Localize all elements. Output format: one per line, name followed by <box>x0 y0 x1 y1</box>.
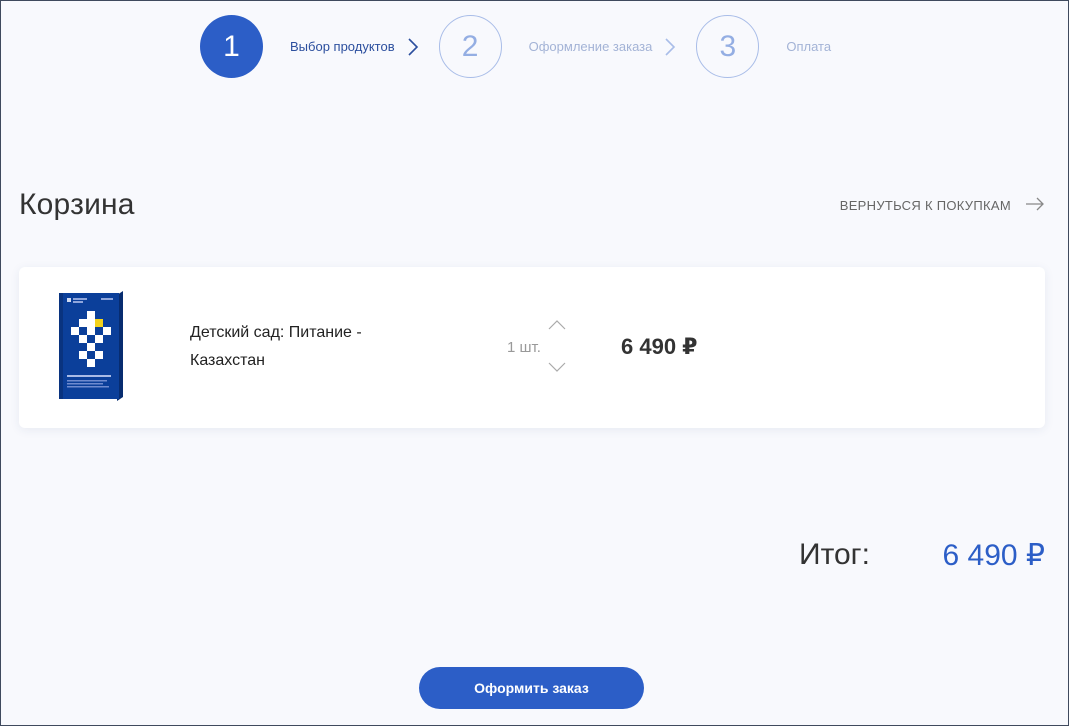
quantity-stepper: 1 шт. <box>507 319 597 375</box>
step-1-label[interactable]: Выбор продуктов <box>290 39 395 54</box>
quantity-value: 1 шт. <box>507 339 541 356</box>
chevron-down-icon[interactable] <box>547 361 567 373</box>
checkout-button[interactable]: Оформить заказ <box>419 667 644 709</box>
step-3-label: Оплата <box>786 39 832 54</box>
product-image[interactable] <box>57 289 123 402</box>
step-3-circle: 3 <box>696 15 760 78</box>
step-2-number: 2 <box>461 29 479 63</box>
chevron-right-icon <box>407 37 419 57</box>
step-2-circle: 2 <box>438 15 502 78</box>
total-label: Итог: <box>799 538 870 571</box>
product-name[interactable]: Детский сад: Питание - Казахстан <box>190 319 420 375</box>
step-2-label: Оформление заказа <box>528 39 653 54</box>
back-to-shopping-link[interactable]: ВЕРНУТЬСЯ К ПОКУПКАМ <box>840 197 1045 214</box>
step-1-circle: 1 <box>200 15 263 78</box>
chevron-up-icon[interactable] <box>547 319 567 331</box>
arrow-right-icon <box>1025 197 1045 214</box>
checkout-steps: 1 Выбор продуктов 2 Оформление заказа 3 … <box>200 15 831 78</box>
step-1-number: 1 <box>223 29 240 63</box>
item-price: 6 490 ₽ <box>621 334 698 359</box>
total-value: 6 490 ₽ <box>942 539 1046 572</box>
step-3-number: 3 <box>719 29 737 63</box>
cart-item: Детский сад: Питание - Казахстан 1 шт. 6… <box>19 267 1045 428</box>
chevron-right-icon <box>664 37 676 57</box>
page-title: Корзина <box>19 188 135 221</box>
back-link-label: ВЕРНУТЬСЯ К ПОКУПКАМ <box>839 198 1011 213</box>
